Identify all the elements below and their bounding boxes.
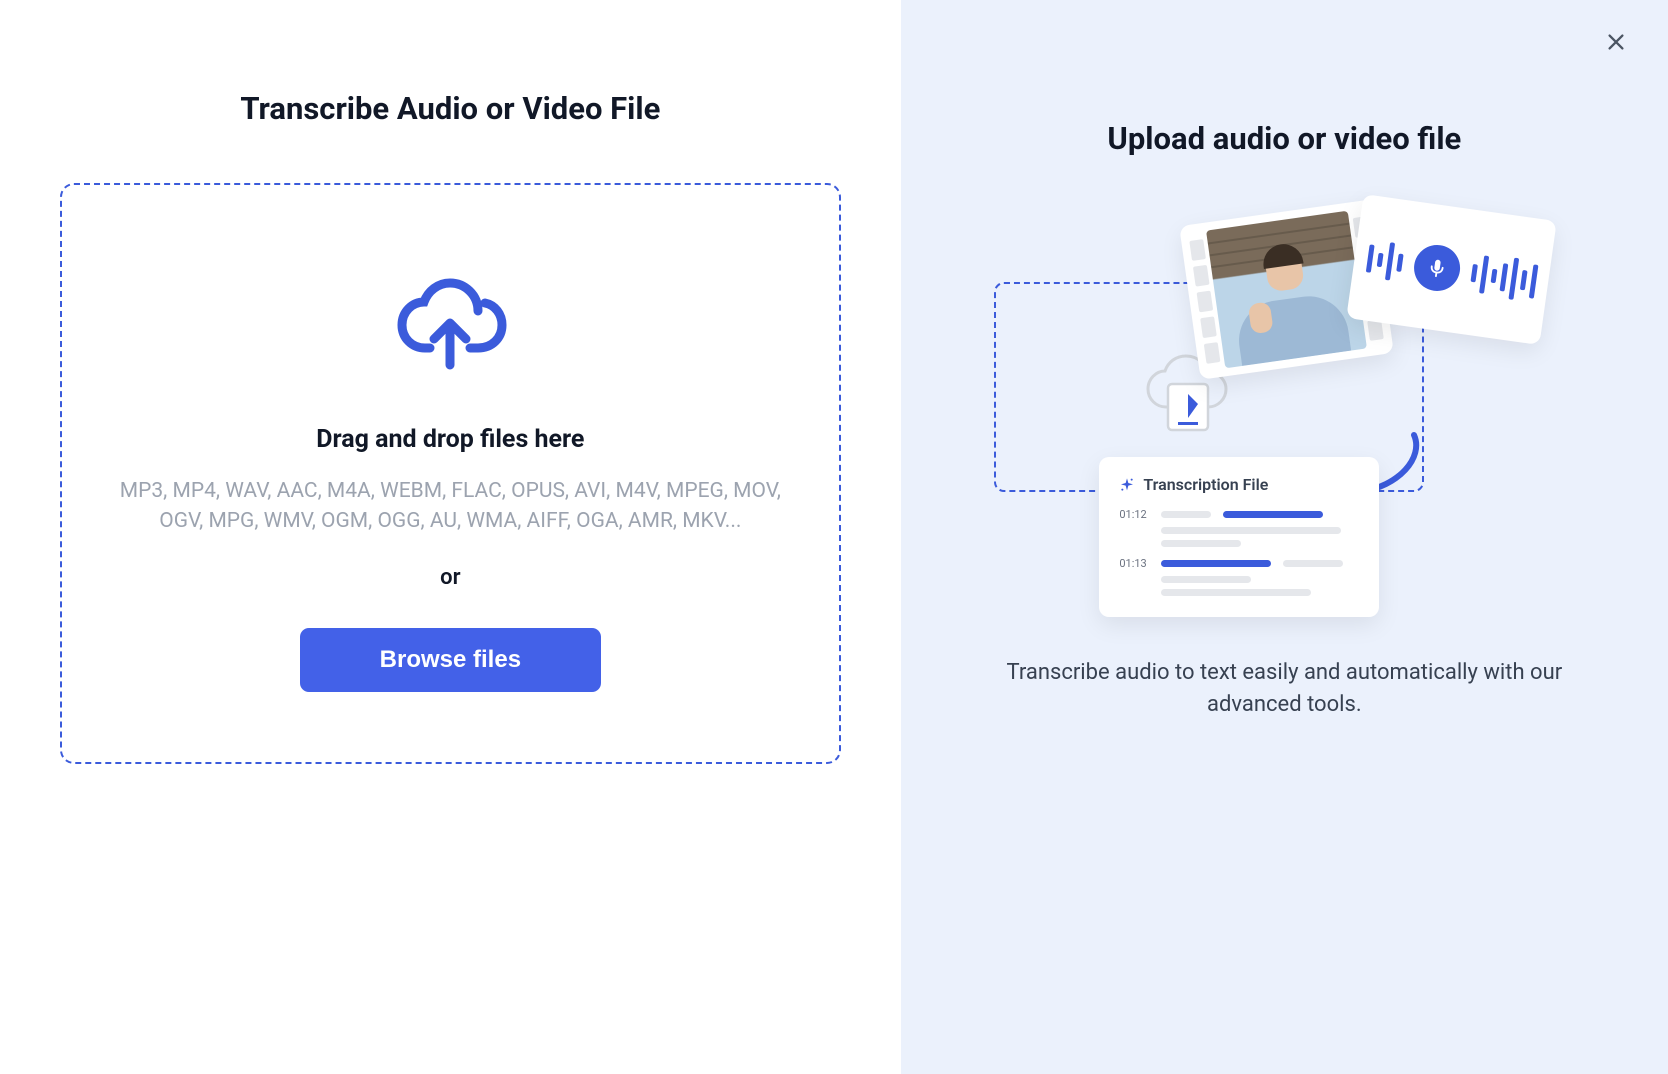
description-text: Transcribe audio to text easily and auto… bbox=[994, 657, 1574, 721]
supported-formats-label: MP3, MP4, WAV, AAC, M4A, WEBM, FLAC, OPU… bbox=[112, 476, 789, 537]
transcription-card-title: Transcription File bbox=[1143, 475, 1268, 494]
file-dropzone[interactable]: Drag and drop files here MP3, MP4, WAV, … bbox=[60, 183, 841, 764]
timestamp-1: 01:12 bbox=[1119, 508, 1149, 521]
sparkle-icon bbox=[1119, 477, 1135, 493]
drag-drop-label: Drag and drop files here bbox=[316, 425, 584, 454]
close-icon bbox=[1605, 31, 1627, 53]
waveform-right-icon bbox=[1469, 251, 1539, 302]
right-panel: Upload audio or video file bbox=[901, 0, 1668, 1074]
illustration: Transcription File 01:12 01:13 bbox=[994, 197, 1574, 617]
page-title: Transcribe Audio or Video File bbox=[240, 90, 660, 127]
left-panel: Transcribe Audio or Video File Drag and … bbox=[0, 0, 901, 1074]
video-thumbnail bbox=[1206, 211, 1367, 369]
browse-files-button[interactable]: Browse files bbox=[300, 628, 601, 692]
waveform-left-icon bbox=[1365, 239, 1405, 282]
timestamp-2: 01:13 bbox=[1119, 557, 1149, 570]
or-separator: or bbox=[440, 565, 460, 590]
upload-title: Upload audio or video file bbox=[1107, 120, 1461, 157]
transcription-file-card: Transcription File 01:12 01:13 bbox=[1099, 457, 1379, 617]
cloud-upload-icon bbox=[390, 265, 510, 377]
microphone-icon bbox=[1411, 241, 1463, 293]
audio-file-card bbox=[1347, 194, 1557, 345]
close-button[interactable] bbox=[1602, 28, 1630, 56]
